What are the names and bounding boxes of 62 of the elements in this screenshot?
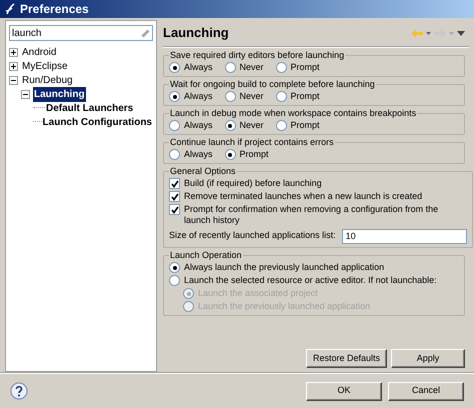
tree-item[interactable]: Android	[21, 44, 58, 60]
checkbox-label: Remove terminated launches when a new launch is created	[184, 191, 422, 202]
page-title: Launching	[163, 24, 229, 42]
help-icon[interactable]	[10, 382, 28, 400]
radio-button[interactable]	[224, 149, 236, 160]
eraser-icon[interactable]	[140, 28, 150, 38]
radio-button[interactable]	[169, 91, 180, 102]
radio-button[interactable]	[169, 120, 180, 131]
apply-button[interactable]: Apply	[391, 349, 465, 368]
expand-icon[interactable]	[9, 48, 18, 56]
collapse-icon[interactable]	[9, 76, 18, 84]
app-icon	[4, 3, 16, 15]
radio-label: Prompt	[290, 120, 320, 131]
cancel-button[interactable]: Cancel	[388, 382, 464, 400]
radio-label: Never	[240, 62, 264, 73]
radio-button[interactable]	[169, 62, 180, 73]
radio-button[interactable]	[224, 120, 236, 131]
radio-button[interactable]	[169, 149, 180, 160]
checkbox[interactable]	[169, 178, 180, 189]
group-title: Continue launch if project contains errors	[169, 137, 335, 148]
tree-item[interactable]: Launching	[33, 86, 86, 102]
field-label: Size of recently launched applications list:	[169, 229, 336, 242]
group-title: Launch in debug mode when workspace contains breakpoints	[169, 108, 418, 119]
radio-button[interactable]	[224, 91, 236, 102]
radio-label: Always launch the previously launched application	[184, 262, 384, 273]
group-title: Wait for ongoing build to complete before launching	[169, 79, 376, 90]
expand-icon[interactable]	[9, 62, 18, 70]
radio-button[interactable]	[276, 62, 287, 73]
filter-field[interactable]: launch	[9, 25, 153, 41]
tree-item[interactable]: Launch Configurations	[42, 114, 153, 130]
checkbox-label: Build (if required) before launching	[184, 178, 322, 189]
group-title: Save required dirty editors before launching	[169, 50, 346, 61]
tree-item[interactable]: MyEclipse	[21, 58, 69, 74]
radio-button[interactable]	[276, 91, 287, 102]
radio-button[interactable]	[224, 62, 236, 73]
collapse-icon[interactable]	[21, 90, 30, 98]
menu-icon[interactable]	[457, 30, 465, 36]
checkbox[interactable]	[169, 204, 180, 215]
radio-button[interactable]	[169, 262, 180, 273]
radio-label: Always	[184, 62, 213, 73]
radio-label: Launch the selected resource or active editor. If not launchable:	[184, 275, 437, 286]
radio-button[interactable]	[276, 120, 287, 131]
group-title: General Options	[169, 166, 237, 177]
radio-label: Prompt	[290, 62, 320, 73]
tree-item[interactable]: Default Launchers	[45, 100, 134, 116]
checkbox-label: Prompt for confirmation when removing a configuration from the launch history	[184, 204, 440, 226]
tree-item[interactable]: Run/Debug	[21, 72, 74, 88]
ok-button[interactable]: OK	[306, 382, 382, 400]
group-title: Launch Operation	[169, 250, 243, 261]
radio-label: Prompt	[290, 91, 320, 102]
size-field[interactable]: 10	[342, 228, 467, 244]
restore-defaults-button[interactable]: Restore Defaults	[306, 349, 387, 368]
radio-label: Prompt	[240, 149, 269, 160]
checkbox[interactable]	[169, 191, 180, 202]
window-title: Preferences	[20, 1, 89, 18]
radio-label: Always	[184, 149, 213, 160]
radio-label: Always	[184, 91, 213, 102]
dropdown-icon[interactable]	[426, 32, 431, 34]
radio-label: Never	[240, 120, 264, 131]
radio-button[interactable]	[169, 275, 180, 286]
radio-label: Always	[184, 120, 213, 131]
radio-label: Never	[240, 91, 264, 102]
